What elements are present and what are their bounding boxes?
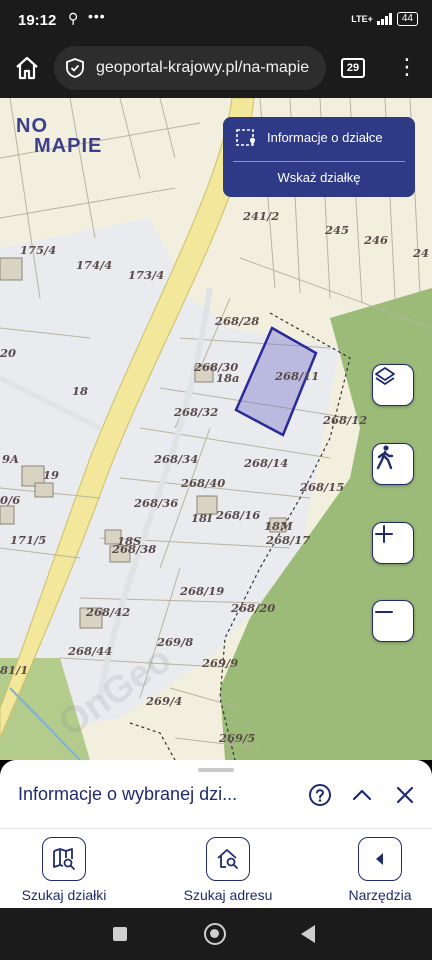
zoom-out-button[interactable] — [372, 600, 414, 642]
point-parcel-button[interactable]: Wskaż działkę — [223, 163, 415, 195]
parcel-label: 18 — [72, 384, 89, 398]
parcel-label: 268/11 — [275, 369, 320, 383]
nav-tools[interactable]: Narzędzia — [338, 837, 422, 903]
parcel-label: 268/32 — [174, 405, 219, 419]
close-icon — [396, 786, 414, 804]
back-icon[interactable] — [301, 925, 315, 943]
parcel-label: 20 — [0, 346, 17, 360]
chevron-up-icon — [352, 789, 372, 801]
caret-left-icon — [376, 853, 383, 865]
secure-connection-icon[interactable] — [64, 57, 86, 79]
sheet-drag-handle[interactable] — [198, 768, 234, 772]
search-address-button[interactable] — [206, 837, 250, 881]
search-parcel-label: Szukaj działki — [21, 887, 107, 903]
layers-icon — [375, 367, 395, 385]
home-icon[interactable] — [12, 53, 42, 83]
parcel-label: 268/44 — [68, 644, 113, 658]
parcel-label: 269/4 — [146, 694, 183, 708]
location-icon: ⚲ — [68, 10, 79, 26]
nav-search-address[interactable]: Szukaj adresu — [176, 837, 280, 903]
search-parcel-button[interactable] — [42, 837, 86, 881]
zoom-in-button[interactable] — [372, 522, 414, 564]
parcel-label: 174/4 — [76, 258, 113, 272]
parcel-label: 0/6 — [0, 493, 21, 507]
help-icon — [309, 784, 331, 806]
map-canvas[interactable]: OnGeo NO MAPIE 175/4 174/4 173/4 241/2 2… — [0, 98, 432, 760]
parcel-label: 268/20 — [231, 601, 276, 615]
status-time: 19:12 — [18, 12, 57, 29]
system-home-icon[interactable] — [204, 923, 226, 945]
map-search-icon — [53, 848, 75, 870]
bottom-navigation: Szukaj działki Szukaj adresu Narzędzia — [0, 828, 432, 908]
parcel-label: 269/8 — [157, 635, 194, 649]
parcel-label: 9A — [2, 452, 19, 466]
url-text[interactable]: geoportal-krajowy.pl/na-mapie — [96, 59, 309, 77]
parcel-label: 268/38 — [112, 542, 157, 556]
tools-button[interactable] — [358, 837, 402, 881]
parcel-label: 268/36 — [134, 496, 179, 510]
close-sheet-button[interactable] — [392, 782, 418, 808]
zoom-in-icon — [375, 525, 393, 543]
parcel-label: 268/19 — [180, 584, 225, 598]
parcel-label: 269/9 — [202, 656, 239, 670]
app-logo: NO MAPIE — [16, 116, 102, 156]
expand-sheet-button[interactable] — [349, 782, 375, 808]
parcel-info-panel: Informacje o działce Wskaż działkę — [223, 117, 415, 197]
tab-switcher-button[interactable]: 29 — [341, 58, 365, 78]
sheet-title[interactable]: Informacje o wybranej dzi... — [18, 784, 237, 805]
parcel-label: 18I — [191, 511, 213, 525]
parcel-label: 246 — [364, 233, 389, 247]
parcel-label: 241/2 — [243, 209, 280, 223]
logo-line2: MAPIE — [34, 135, 103, 157]
parcel-info-label: Informacje o działce — [267, 130, 383, 145]
tools-label: Narzędzia — [348, 887, 412, 903]
parcel-label: 81/1 — [0, 663, 29, 677]
parcel-label: 268/28 — [215, 314, 260, 328]
help-button[interactable] — [307, 782, 333, 808]
parcel-label: 24 — [413, 246, 430, 260]
parcel-label: 268/12 — [323, 413, 368, 427]
parcel-label: 268/14 — [244, 456, 289, 470]
parcel-label: 268/40 — [181, 476, 226, 490]
parcel-label: 18M — [264, 519, 293, 533]
parcel-label: 173/4 — [128, 268, 165, 282]
system-navigation-bar — [0, 908, 432, 960]
parcel-label: 269/5 — [219, 731, 256, 745]
parcel-label: 171/5 — [10, 533, 47, 547]
parcel-label: 19 — [43, 468, 60, 482]
network-type: LTE+ — [351, 13, 373, 24]
layers-button[interactable] — [372, 364, 414, 406]
status-bar: 19:12 ⚲ ••• LTE+ 44 — [0, 0, 432, 40]
select-parcel-icon — [236, 129, 255, 146]
more-notifications-icon: ••• — [88, 8, 106, 24]
parcel-label: 245 — [325, 223, 350, 237]
battery-level: 44 — [396, 12, 418, 26]
parcel-label: 268/34 — [154, 452, 199, 466]
browser-menu-icon[interactable]: ⋮ — [396, 54, 418, 84]
nav-search-parcel[interactable]: Szukaj działki — [14, 837, 114, 903]
parcel-label: 18a — [216, 371, 240, 385]
house-search-icon — [217, 849, 238, 869]
walking-person-icon — [376, 445, 394, 470]
logo-line1: NO — [16, 115, 48, 137]
parcel-label: 268/42 — [86, 605, 131, 619]
parcel-label: 268/16 — [216, 508, 261, 522]
browser-toolbar: geoportal-krajowy.pl/na-mapie 29 ⋮ — [0, 40, 432, 98]
divider — [233, 161, 405, 162]
address-bar[interactable]: geoportal-krajowy.pl/na-mapie — [54, 46, 326, 90]
status-indicators: LTE+ 44 — [351, 12, 418, 26]
parcel-info-button[interactable]: Informacje o działce — [223, 117, 415, 161]
parcel-info-sheet: Informacje o wybranej dzi... — [0, 760, 432, 828]
parcel-label: 175/4 — [20, 243, 57, 257]
zoom-out-icon — [375, 611, 393, 613]
signal-icon — [376, 13, 392, 25]
parcel-label: 268/17 — [266, 533, 311, 547]
recent-apps-icon[interactable] — [113, 927, 127, 941]
search-address-label: Szukaj adresu — [183, 887, 273, 903]
parcel-label: 268/15 — [300, 480, 345, 494]
street-view-button[interactable] — [372, 443, 414, 485]
